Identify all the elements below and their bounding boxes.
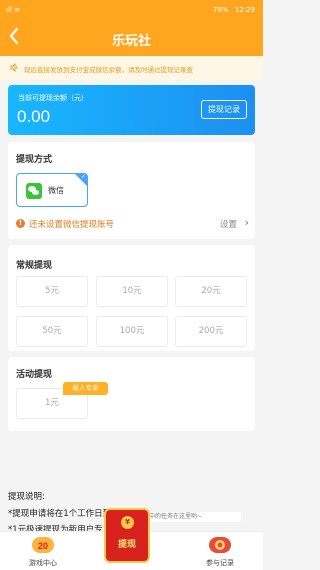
- signal-indicator: ıll ≋: [6, 6, 20, 14]
- activity-withdraw-card: 活动提现 1元 新人专享: [8, 357, 255, 431]
- nav-bar: 乐玩社: [0, 22, 263, 56]
- balance-card: 当前可提现余额（元） 0.00 提现记录: [8, 85, 255, 135]
- amount-option-200[interactable]: 200元: [175, 316, 247, 347]
- tab-label: 参与记录: [206, 559, 234, 567]
- notice-bar: 现后直接发放到支付宝或微信余额，请及时通过提现记录查: [0, 56, 263, 80]
- setup-link[interactable]: 设置: [220, 218, 237, 230]
- regular-withdraw-heading: 常规提现: [16, 261, 53, 271]
- balance-label: 当前可提现余额（元）: [18, 94, 88, 102]
- clock: 12:29: [234, 6, 255, 14]
- task-tooltip: 进行中的任务在这里哟~: [137, 512, 241, 522]
- amount-option-20[interactable]: 20元: [175, 276, 247, 307]
- chevron-right-icon: ›: [244, 216, 249, 229]
- withdraw-center-button[interactable]: ¥ 提现: [104, 508, 150, 563]
- page-title: 乐玩社: [111, 34, 151, 49]
- wifi-icon: ≋: [14, 6, 20, 14]
- withdraw-method-card: 提现方式 微信 ✓ ! 还未设置微信提现账号 设置 ›: [8, 142, 255, 239]
- tab-game-center[interactable]: 20 游戏中心: [8, 535, 78, 570]
- game-center-icon: 20: [32, 537, 54, 553]
- wechat-option[interactable]: 微信 ✓: [16, 173, 88, 207]
- notice-text: 现后直接发放到支付宝或微信余额，请及时通过提现记录查: [24, 66, 193, 74]
- amount-option-10[interactable]: 10元: [96, 276, 168, 307]
- tab-label: 游戏中心: [29, 559, 57, 567]
- withdraw-center-label: 提现: [117, 540, 136, 550]
- amount-option-100[interactable]: 100元: [96, 316, 168, 347]
- warning-icon: !: [16, 219, 25, 228]
- tab-records[interactable]: 参与记录: [185, 535, 255, 570]
- activity-withdraw-heading: 活动提现: [16, 370, 53, 380]
- wechat-option-label: 微信: [48, 186, 64, 195]
- explanation-title: 提现说明:: [8, 492, 45, 502]
- svg-text:20: 20: [38, 541, 48, 551]
- setup-account-row[interactable]: ! 还未设置微信提现账号 设置 ›: [16, 216, 249, 231]
- signal-icon: ıll: [6, 6, 12, 14]
- warning-text: 还未设置微信提现账号: [29, 220, 115, 230]
- records-icon: [209, 537, 231, 553]
- balance-amount: 0.00: [17, 107, 51, 126]
- amount-option-5[interactable]: 5元: [16, 276, 88, 307]
- regular-withdraw-card: 常规提现 5元 10元 20元 50元 100元 200元: [8, 245, 255, 351]
- status-right: 78% 12:29: [209, 6, 255, 14]
- battery-percent: 78%: [213, 6, 229, 14]
- withdraw-record-button[interactable]: 提现记录: [201, 100, 247, 119]
- wechat-icon: [26, 183, 42, 199]
- amount-option-50[interactable]: 50元: [16, 316, 88, 347]
- checkmark-icon: ✓: [80, 173, 86, 180]
- coin-icon: ¥: [121, 516, 134, 529]
- withdraw-method-heading: 提现方式: [16, 155, 53, 165]
- speaker-icon: [10, 62, 19, 73]
- new-user-badge: 新人专享: [63, 382, 108, 395]
- status-bar: ıll ≋ 78% 12:29: [0, 0, 263, 22]
